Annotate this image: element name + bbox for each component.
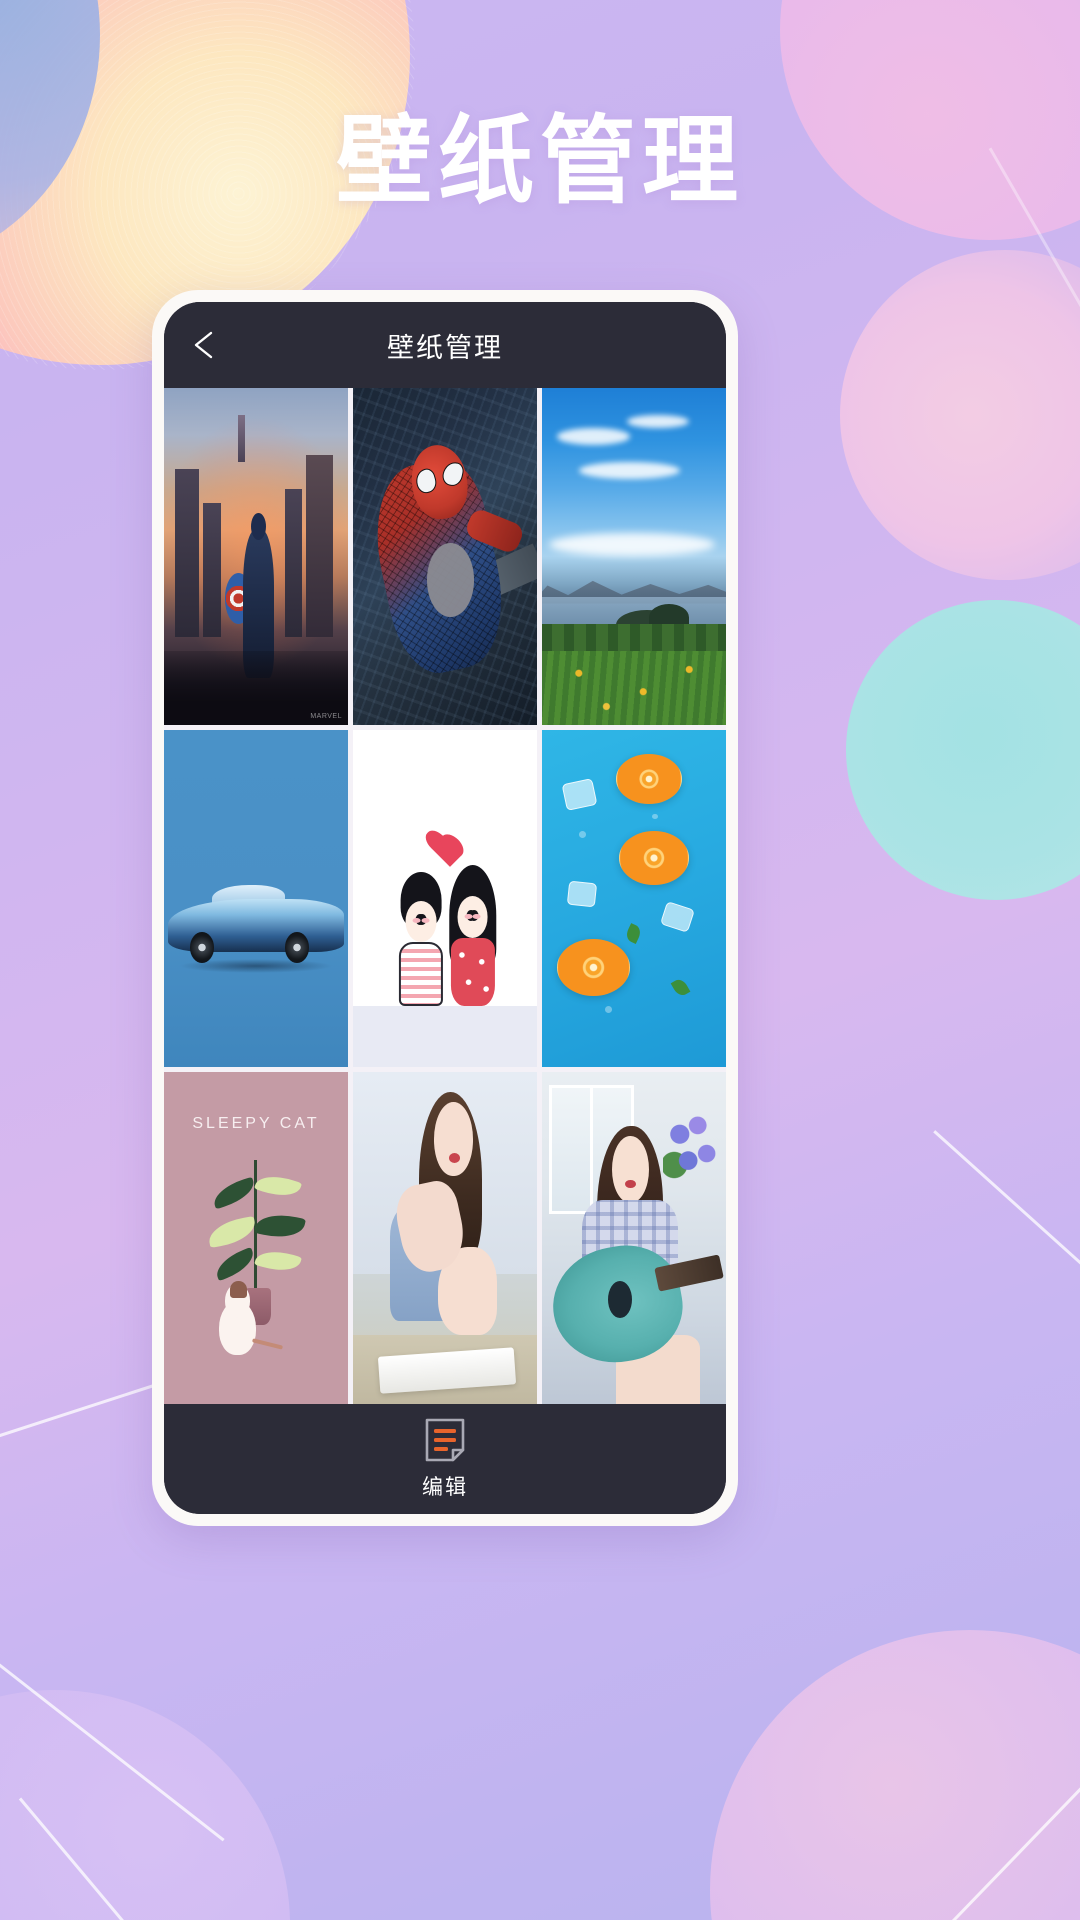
wallpaper-tile-blue-supercar[interactable] — [164, 730, 348, 1067]
poster-page: 壁纸管理 壁纸管理 MARVEL SLEEPY CAT 编辑 — [0, 0, 1080, 1920]
bottom-bar: 编辑 — [164, 1404, 726, 1514]
wallpaper-tile-orange-slices-ice[interactable] — [542, 730, 726, 1067]
image-blur-spot — [426, 543, 475, 618]
wallpaper-grid: MARVEL SLEEPY CAT — [164, 388, 726, 1404]
wallpaper-tile-lake-landscape[interactable] — [542, 388, 726, 725]
decorative-line-bottom-right-2 — [879, 1757, 1080, 1920]
decorative-blob-right-pink — [840, 250, 1080, 580]
wallpaper-tile-cartoon-couple[interactable] — [353, 730, 537, 1067]
app-bar: 壁纸管理 — [164, 302, 726, 388]
wallpaper-tile-girl-reading-book[interactable] — [353, 1072, 537, 1404]
heart-icon — [430, 835, 462, 867]
decorative-blob-teal-circle — [846, 600, 1080, 900]
wallpaper-tile-sleepy-cat-plant[interactable]: SLEEPY CAT — [164, 1072, 348, 1404]
edit-document-icon — [425, 1418, 465, 1462]
decorative-blob-bottom-right — [710, 1630, 1080, 1920]
wallpaper-tile-spiderman-skyscraper[interactable] — [353, 388, 537, 725]
phone-screen: 壁纸管理 MARVEL SLEEPY CAT 编辑 — [164, 302, 726, 1514]
wallpaper-tile-captain-america-city[interactable]: MARVEL — [164, 388, 348, 725]
decorative-line-bottom-left-3 — [18, 1797, 214, 1920]
wallpaper-credit: MARVEL — [310, 713, 342, 720]
poster-headline: 壁纸管理 — [336, 108, 744, 215]
arrow-left-icon[interactable] — [186, 325, 226, 365]
edit-button[interactable]: 编辑 — [422, 1417, 468, 1501]
wallpaper-caption: SLEEPY CAT — [192, 1115, 320, 1133]
edit-button-label: 编辑 — [422, 1476, 468, 1499]
app-bar-title: 壁纸管理 — [387, 332, 503, 363]
decorative-line-bottom-right-1 — [933, 1130, 1080, 1300]
decorative-blob-bottom-left — [0, 1690, 290, 1920]
wallpaper-tile-girl-with-guitar[interactable] — [542, 1072, 726, 1404]
phone-mockup: 壁纸管理 MARVEL SLEEPY CAT 编辑 — [152, 290, 738, 1526]
decorative-line-bottom-left-1 — [0, 1617, 225, 1842]
